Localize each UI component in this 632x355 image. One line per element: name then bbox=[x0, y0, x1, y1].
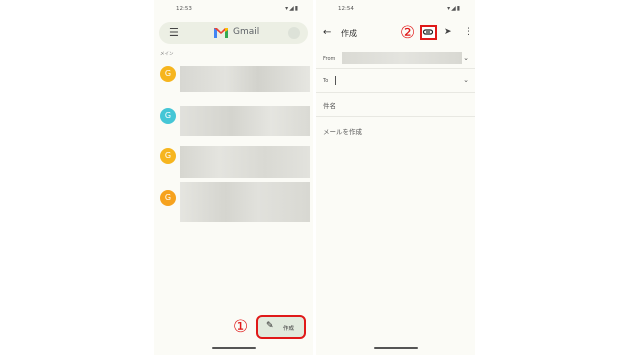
divider bbox=[316, 68, 475, 69]
sender-avatar: G bbox=[160, 148, 176, 164]
compose-button[interactable]: ✎ 作成 bbox=[256, 315, 306, 339]
subject-field[interactable]: 件名 bbox=[323, 100, 336, 110]
list-item[interactable]: G bbox=[158, 146, 310, 186]
compose-screen: 12:54 ▾◢▮ ← 作成 ② ➤ ⋮ From ⌄ To ⌄ 件名 メールを… bbox=[316, 0, 475, 355]
inbox-screen: 12:53 ▾◢▮ ☰ Gmail メイン G G G G ✎ 作成 ① bbox=[154, 0, 313, 355]
menu-icon[interactable]: ☰ bbox=[169, 27, 179, 39]
send-icon[interactable]: ➤ bbox=[444, 27, 452, 37]
body-field[interactable]: メールを作成 bbox=[323, 126, 362, 136]
step-2-callout: ② bbox=[400, 23, 416, 43]
redacted-content bbox=[180, 106, 310, 136]
home-indicator bbox=[374, 347, 418, 349]
redacted-content bbox=[180, 182, 310, 222]
pencil-icon: ✎ bbox=[266, 321, 274, 331]
redacted-content bbox=[180, 146, 310, 178]
status-time: 12:54 bbox=[338, 6, 354, 12]
list-item[interactable]: G bbox=[158, 106, 310, 146]
search-bar[interactable]: ☰ Gmail bbox=[159, 22, 308, 44]
from-label: From bbox=[323, 56, 336, 62]
compose-button-label: 作成 bbox=[283, 326, 295, 332]
sender-avatar: G bbox=[160, 66, 176, 82]
from-chevron-icon[interactable]: ⌄ bbox=[463, 54, 469, 62]
to-label: To bbox=[323, 78, 329, 84]
home-indicator bbox=[212, 347, 256, 349]
paperclip-icon bbox=[422, 29, 434, 35]
step-1-callout: ① bbox=[233, 317, 249, 337]
redacted-from-address bbox=[342, 52, 462, 64]
list-item[interactable]: G bbox=[158, 64, 310, 104]
gmail-logo-icon bbox=[214, 28, 228, 38]
status-icons: ▾◢▮ bbox=[285, 5, 299, 12]
attach-button[interactable] bbox=[420, 25, 437, 40]
divider bbox=[316, 92, 475, 93]
redacted-content bbox=[180, 66, 310, 92]
list-item[interactable]: G bbox=[158, 182, 310, 228]
status-icons: ▾◢▮ bbox=[447, 5, 461, 12]
status-time: 12:53 bbox=[176, 6, 192, 12]
section-label: メイン bbox=[160, 52, 174, 57]
text-cursor bbox=[335, 76, 336, 85]
divider bbox=[316, 116, 475, 117]
back-arrow-icon[interactable]: ← bbox=[323, 27, 331, 38]
sender-avatar: G bbox=[160, 190, 176, 206]
to-chevron-icon[interactable]: ⌄ bbox=[463, 76, 469, 84]
account-avatar[interactable] bbox=[288, 27, 300, 39]
gmail-wordmark: Gmail bbox=[233, 27, 260, 37]
compose-title: 作成 bbox=[341, 29, 357, 38]
more-vert-icon[interactable]: ⋮ bbox=[464, 27, 473, 37]
sender-avatar: G bbox=[160, 108, 176, 124]
